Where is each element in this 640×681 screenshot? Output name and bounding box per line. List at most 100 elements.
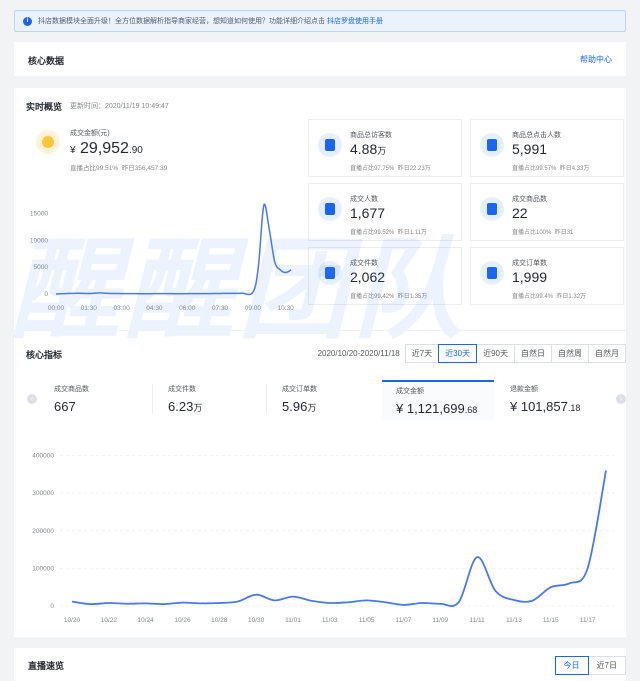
x-tick-label: 10/20	[64, 617, 81, 624]
click-icon	[480, 133, 504, 157]
metric-card[interactable]: 成交人数 1,677 直播占比99.52% 昨日1.11万	[308, 183, 462, 241]
metric-value: 2,062	[350, 269, 386, 285]
kpi-value: 667	[54, 399, 76, 414]
kpi-value: 5.96万	[282, 399, 317, 414]
trend-chart: 0 100000 200000 300000 400000 10/20 10/22 10/24…	[32, 453, 614, 624]
date-range-tabs: 2020/10/20-2020/11/18 近7天 近30天 近90天 自然日 自然周自…	[318, 344, 626, 363]
notice-link[interactable]: 抖店罗盘使用手册	[327, 16, 383, 26]
range-tab[interactable]: 近7天	[404, 344, 440, 363]
x-tick-label: 03:00	[113, 305, 130, 312]
x-tick-label: 11/09	[432, 617, 448, 624]
kpi-card[interactable]: 成交商品数 667	[40, 380, 152, 420]
realtime-gmv-chart: 0 5000 10000 15000 00:00 01:30 03:00 04:30 06:00…	[30, 203, 295, 312]
range-tab[interactable]: 自然周	[551, 344, 589, 363]
metric-footnote: 直播占比99.57% 昨日4.33万	[512, 166, 590, 172]
gmv-footnote: 直播占比99.51% 昨日356,457.39	[70, 165, 168, 172]
metric-label: 成交商品数	[512, 196, 547, 203]
live-tab-7days[interactable]: 近7日	[587, 656, 626, 675]
kpi-label: 成交件数	[168, 386, 196, 393]
kpi-card[interactable]: 成交件数 6.23万	[154, 380, 266, 420]
core-data-header: 核心数据 帮助中心	[14, 42, 626, 76]
kpi-divider	[266, 384, 267, 414]
x-tick-label: 06:00	[179, 305, 196, 312]
gmv-label: 成交金额(元)	[70, 130, 110, 137]
info-icon: i	[23, 16, 32, 26]
metric-value: 22	[512, 205, 528, 221]
kpi-label: 成交金额	[396, 388, 424, 395]
x-tick-label: 10:30	[278, 305, 295, 312]
x-tick-label: 11/01	[285, 617, 301, 624]
metric-label: 商品总访客数	[350, 132, 392, 139]
metric-card[interactable]: 商品总访客数 4.88万 直播占比97.75% 昨日22.23万	[308, 119, 462, 177]
x-tick-label: 07:30	[212, 305, 229, 312]
x-tick-label: 09:00	[245, 305, 262, 312]
x-tick-label: 01:30	[81, 305, 98, 312]
live-tabs: 今日 近7日	[554, 656, 626, 675]
metric-footnote: 直播占比99.4% 昨日1.32万	[512, 294, 587, 300]
section-divider	[14, 330, 626, 331]
metric-card[interactable]: 成交商品数 22 直播占比100% 昨日31	[470, 183, 624, 241]
order-icon	[480, 261, 504, 285]
y-tick-label: 0	[44, 291, 48, 298]
x-tick-label: 11/03	[322, 617, 338, 624]
kpi-label: 退款金额	[510, 386, 538, 393]
y-tick-label: 100000	[32, 565, 54, 572]
y-tick-label: 0	[50, 603, 54, 610]
x-tick-label: 11/07	[396, 617, 412, 624]
update-time: 更新时间：2020/11/19 10:49:47	[70, 103, 169, 110]
metric-value: 1,999	[512, 269, 548, 285]
kpi-value: 6.23万	[168, 399, 203, 414]
metric-card[interactable]: 商品总点击人数 5,991 直播占比99.57% 昨日4.33万	[470, 119, 624, 177]
y-tick-label: 300000	[32, 490, 54, 497]
series-line	[55, 203, 292, 296]
live-title: 直播速览	[28, 661, 65, 671]
product-icon	[480, 197, 504, 221]
x-tick-label: 11/05	[359, 617, 375, 624]
range-tab[interactable]: 近30天	[438, 344, 478, 363]
kpi-value: ¥ 101,857.18	[510, 399, 581, 414]
y-tick-label: 400000	[32, 453, 54, 460]
gmv-value: ¥ 29,952.90	[70, 140, 143, 157]
core-data-title: 核心数据	[28, 56, 65, 66]
coin-icon	[36, 130, 60, 154]
buyer-icon	[318, 197, 342, 221]
chevron-right-icon[interactable]: ›	[616, 394, 626, 404]
metric-card[interactable]: 成交订单数 1,999 直播占比99.4% 昨日1.32万	[470, 247, 624, 305]
metric-label: 商品总点击人数	[512, 132, 561, 139]
metric-value: 5,991	[512, 141, 548, 157]
chevron-left-icon[interactable]: ‹	[27, 394, 37, 404]
x-tick-label: 10/24	[138, 617, 155, 624]
realtime-title: 实时概览	[26, 102, 63, 112]
metric-value: 1,677	[350, 205, 386, 221]
live-overview: 直播速览	[14, 648, 626, 681]
series-line	[71, 470, 607, 607]
metric-card[interactable]: 成交件数 2,062 直播占比99.42% 昨日1.35万	[308, 247, 462, 305]
range-tab[interactable]: 自然月	[588, 344, 626, 363]
metric-footnote: 直播占比99.42% 昨日1.35万	[350, 294, 428, 300]
kpi-card[interactable]: 成交金额 ¥ 1,121,699.68	[382, 380, 494, 420]
kpi-label: 成交订单数	[282, 386, 317, 393]
kpi-card[interactable]: 退款金额 ¥ 101,857.18	[496, 380, 608, 420]
x-tick-label: 10/22	[101, 617, 118, 624]
core-metrics-title: 核心指标	[26, 350, 63, 360]
metric-label: 成交订单数	[512, 260, 547, 267]
kpi-divider	[152, 384, 153, 414]
range-tab[interactable]: 近90天	[476, 344, 515, 363]
metric-label: 成交人数	[350, 196, 378, 203]
x-tick-label: 11/11	[469, 617, 485, 624]
x-tick-label: 10/30	[248, 617, 265, 624]
y-tick-label: 5000	[34, 264, 49, 271]
kpi-card[interactable]: 成交订单数 5.96万	[268, 380, 380, 420]
x-tick-label: 11/13	[506, 617, 522, 624]
live-tab-today[interactable]: 今日	[554, 656, 589, 675]
x-tick-label: 11/17	[580, 617, 596, 624]
help-center-link[interactable]: 帮助中心	[580, 54, 612, 65]
x-tick-label: 10/26	[174, 617, 191, 624]
package-icon	[318, 261, 342, 285]
range-tab[interactable]: 自然日	[514, 344, 552, 363]
y-tick-label: 10000	[30, 237, 48, 244]
x-tick-label: 11/15	[543, 617, 559, 624]
metric-value: 4.88万	[350, 141, 387, 157]
y-tick-label: 15000	[30, 210, 48, 217]
kpi-label: 成交商品数	[54, 386, 89, 393]
